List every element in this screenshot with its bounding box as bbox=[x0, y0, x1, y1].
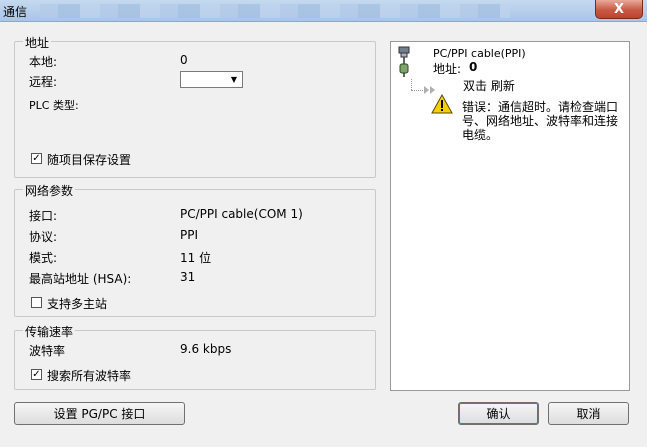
baud-legend: 传输速率 bbox=[23, 323, 76, 340]
window-title: 通信 bbox=[3, 5, 28, 19]
multimaster-checkbox[interactable] bbox=[31, 297, 42, 308]
device-tree-panel[interactable]: PC/PPI cable(PPI) 地址: 0 双击 刷新 错误：通信超时。请检… bbox=[390, 41, 630, 391]
setup-pgpc-button[interactable]: 设置 PG/PC 接口 bbox=[14, 402, 185, 425]
save-settings-checkbox[interactable]: ✓ bbox=[31, 153, 42, 164]
multimaster-label: 支持多主站 bbox=[47, 297, 108, 311]
mode-label: 模式: bbox=[29, 251, 58, 265]
tree-connector bbox=[411, 79, 412, 90]
local-label: 本地: bbox=[29, 55, 58, 69]
warning-icon bbox=[431, 94, 453, 114]
device-address-value: 0 bbox=[469, 60, 478, 74]
close-button[interactable]: X bbox=[595, 0, 643, 19]
hsa-value: 31 bbox=[180, 270, 196, 284]
hsa-label: 最高站地址 (HSA): bbox=[29, 272, 132, 286]
remote-select[interactable]: ▼ bbox=[180, 71, 243, 88]
save-settings-label: 随项目保存设置 bbox=[47, 153, 132, 167]
device-address-label: 地址: bbox=[433, 62, 462, 76]
title-bar-background bbox=[40, 4, 510, 18]
refresh-hint[interactable]: 双击 刷新 bbox=[463, 77, 515, 94]
cable-icon bbox=[398, 46, 410, 77]
search-baud-label: 搜索所有波特率 bbox=[47, 369, 132, 383]
mode-value: 11 位 bbox=[180, 251, 212, 265]
local-value: 0 bbox=[180, 53, 188, 67]
address-legend: 地址 bbox=[23, 34, 52, 51]
cable-name: PC/PPI cable(PPI) bbox=[433, 47, 526, 60]
search-baud-checkbox[interactable]: ✓ bbox=[31, 369, 42, 380]
remote-label: 远程: bbox=[29, 75, 58, 89]
chevron-down-icon[interactable]: ▼ bbox=[226, 72, 242, 87]
interface-label: 接口: bbox=[29, 209, 58, 223]
ok-button[interactable]: 确认 bbox=[458, 402, 539, 425]
baud-rate-value: 9.6 kbps bbox=[180, 342, 232, 356]
protocol-value: PPI bbox=[180, 228, 199, 242]
protocol-label: 协议: bbox=[29, 230, 58, 244]
network-legend: 网络参数 bbox=[23, 182, 76, 199]
baud-rate-label: 波特率 bbox=[29, 344, 66, 358]
title-bar: 通信 bbox=[0, 0, 647, 22]
plc-type-label: PLC 类型: bbox=[29, 99, 79, 112]
cancel-button[interactable]: 取消 bbox=[548, 402, 629, 425]
error-message: 错误：通信超时。请检查端口号、网络地址、波特率和连接电缆。 bbox=[462, 100, 619, 142]
interface-value: PC/PPI cable(COM 1) bbox=[180, 207, 303, 221]
